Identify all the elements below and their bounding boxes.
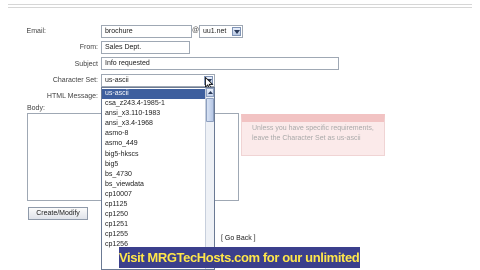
charset-option[interactable]: cp1255: [102, 230, 206, 240]
subject-field[interactable]: Info requested: [101, 57, 339, 70]
email-field[interactable]: brochure: [101, 25, 192, 38]
top-divider-2: [8, 7, 472, 8]
domain-select-value: uu1.net: [203, 28, 227, 35]
scroll-thumb[interactable]: [206, 98, 214, 122]
charset-option[interactable]: big5: [102, 160, 206, 170]
charset-option[interactable]: asmo-8: [102, 129, 206, 139]
charset-option[interactable]: cp1125: [102, 200, 206, 210]
scroll-up-button[interactable]: [206, 88, 214, 97]
charset-option[interactable]: bs_viewdata: [102, 180, 206, 190]
charset-option[interactable]: cp1250: [102, 210, 206, 220]
top-divider: [8, 4, 472, 5]
charset-option[interactable]: csa_z243.4-1985-1: [102, 99, 206, 109]
charset-select-value: us-ascii: [105, 77, 129, 84]
charset-tooltip: Unless you have specific requirements, l…: [241, 114, 385, 156]
from-field[interactable]: Sales Dept.: [101, 41, 190, 54]
charset-select[interactable]: us-ascii: [101, 74, 215, 87]
from-label: From:: [79, 44, 98, 51]
charset-dropdown-list[interactable]: us-ascii csa_z243.4-1985-1 ansi_x3.110-198…: [101, 87, 215, 270]
domain-select[interactable]: uu1.net: [199, 25, 243, 38]
body-label: Body:: [27, 105, 45, 112]
charset-option[interactable]: bs_4730: [102, 170, 206, 180]
dropdown-scrollbar[interactable]: [205, 88, 214, 269]
subject-label: Subject: [74, 61, 98, 68]
email-label: Email:: [26, 28, 46, 35]
charset-option[interactable]: cp10007: [102, 190, 206, 200]
charset-option[interactable]: ansi_x3.4-1968: [102, 119, 206, 129]
charset-option[interactable]: ansi_x3.110-1983: [102, 109, 206, 119]
charset-label: Character Set:: [52, 77, 98, 84]
ad-banner[interactable]: Visit MRGTecHosts.com for our unlimited …: [119, 247, 360, 268]
html-message-label: HTML Message:: [46, 93, 98, 100]
charset-option[interactable]: asmo_449: [102, 139, 206, 149]
charset-options: us-ascii csa_z243.4-1985-1 ansi_x3.110-198…: [102, 89, 206, 251]
chevron-down-icon[interactable]: [232, 27, 241, 36]
charset-option[interactable]: big5-hkscs: [102, 150, 206, 160]
go-back-link[interactable]: [ Go Back ]: [221, 235, 256, 242]
charset-option[interactable]: us-ascii: [102, 89, 206, 100]
create-modify-button[interactable]: Create/Modify: [28, 207, 88, 220]
charset-option[interactable]: cp1251: [102, 220, 206, 230]
